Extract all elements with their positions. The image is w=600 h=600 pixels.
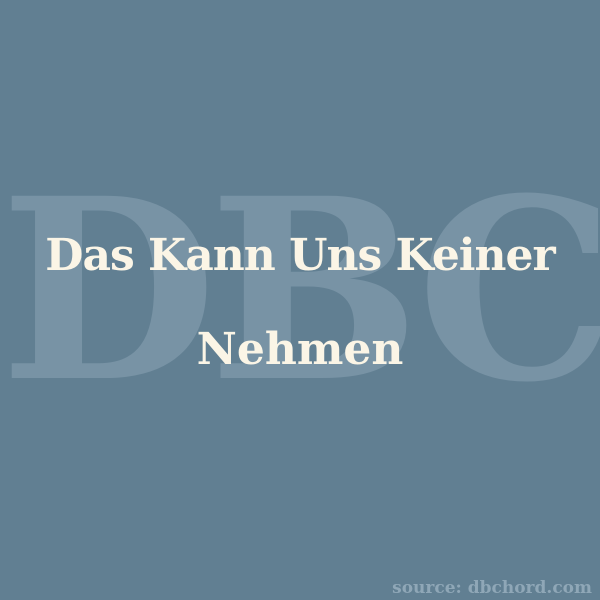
source-credit: source: dbchord.com (392, 578, 592, 598)
song-title: Das Kann Uns Keiner Nehmen (20, 218, 580, 388)
song-title-card: DBC Das Kann Uns Keiner Nehmen source: d… (0, 0, 600, 600)
song-title-line-1: Das Kann Uns Keiner (45, 230, 555, 281)
song-title-line-2: Nehmen (196, 324, 404, 375)
